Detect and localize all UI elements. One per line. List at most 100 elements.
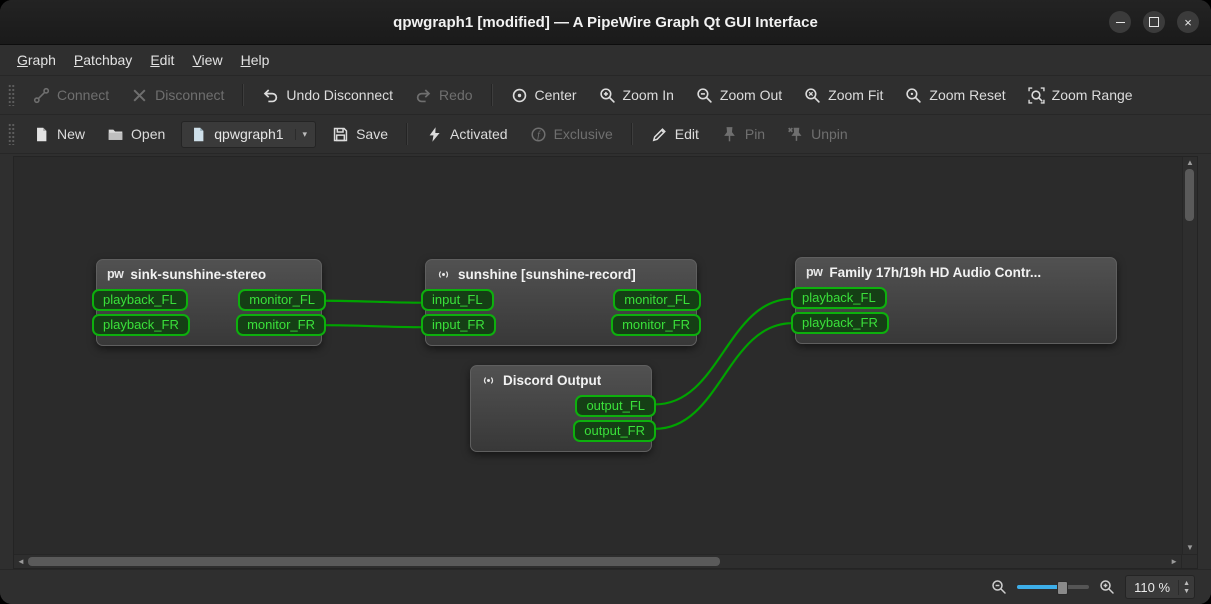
node-family-hd-audio[interactable]: pw Family 17h/19h HD Audio Contr... play… [791,257,1117,344]
toolbar-separator [406,123,408,145]
zoom-out-small-icon[interactable] [991,579,1007,595]
node-header[interactable]: pw sink-sunshine-stereo [97,260,321,287]
toolbar-main: Connect Disconnect Undo Disconnect Redo … [0,76,1211,115]
toolbar-drag-handle[interactable] [8,123,15,145]
zoom-out-icon [696,87,713,104]
edit-label: Edit [674,126,699,142]
zoom-reset-button[interactable]: Zoom Reset [895,82,1015,109]
spin-down-icon[interactable]: ▼ [1183,588,1190,595]
vertical-scrollbar-thumb[interactable] [1185,169,1194,221]
svg-text:f: f [537,129,541,140]
canvas-frame: pw sink-sunshine-stereo playback_FL play… [13,156,1198,569]
vertical-scrollbar[interactable]: ▲ ▼ [1182,157,1197,554]
menu-graph[interactable]: Graph [8,49,65,71]
zoom-slider-handle[interactable] [1056,581,1068,595]
node-title: Discord Output [503,373,602,388]
redo-button[interactable]: Redo [405,82,482,109]
port-output-fl[interactable]: output_FL [575,395,656,417]
toolbar-drag-handle[interactable] [8,84,15,106]
center-label: Center [534,87,577,103]
toolbar-separator [242,84,245,106]
port-monitor-fr[interactable]: monitor_FR [611,314,701,336]
port-input-fl[interactable]: input_FL [421,289,494,311]
node-discord-output[interactable]: Discord Output output_FL output_FR [470,365,656,452]
port-monitor-fl[interactable]: monitor_FL [613,289,701,311]
edit-button[interactable]: Edit [641,121,709,148]
minimize-icon [1115,21,1125,23]
open-button[interactable]: Open [97,121,175,148]
zoom-slider-fill [1017,585,1059,589]
close-button[interactable]: × [1177,11,1199,33]
scroll-up-arrow[interactable]: ▲ [1186,159,1194,167]
zoom-fit-button[interactable]: Zoom Fit [794,82,893,109]
patchbay-combo[interactable]: qpwgraph1 ▾ [181,120,317,148]
connect-button[interactable]: Connect [23,82,119,109]
toolbar-separator [490,84,493,106]
port-monitor-fl[interactable]: monitor_FL [238,289,326,311]
zoom-range-button[interactable]: Zoom Range [1018,82,1143,109]
disconnect-button[interactable]: Disconnect [121,82,234,109]
unpin-icon [787,126,804,143]
maximize-button[interactable] [1143,11,1165,33]
node-title: sink-sunshine-stereo [130,267,267,282]
graph-canvas[interactable]: pw sink-sunshine-stereo playback_FL play… [14,157,1182,554]
node-header[interactable]: Discord Output [471,366,651,393]
node-sink-sunshine-stereo[interactable]: pw sink-sunshine-stereo playback_FL play… [92,259,326,346]
minimize-button[interactable] [1109,11,1131,33]
scroll-left-arrow[interactable]: ◄ [17,557,25,566]
activated-button[interactable]: Activated [416,121,518,148]
scroll-right-arrow[interactable]: ► [1170,557,1178,566]
zoom-range-label: Zoom Range [1051,87,1133,103]
horizontal-scrollbar-thumb[interactable] [28,557,720,566]
menu-view[interactable]: View [183,49,231,71]
zoom-in-button[interactable]: Zoom In [589,82,684,109]
port-playback-fr[interactable]: playback_FR [92,314,190,336]
zoom-in-small-icon[interactable] [1099,579,1115,595]
node-sunshine-record[interactable]: sunshine [sunshine-record] input_FL inpu… [421,259,701,346]
activated-label: Activated [450,126,508,142]
node-header[interactable]: sunshine [sunshine-record] [426,260,696,287]
spin-up-icon[interactable]: ▲ [1183,580,1190,587]
unpin-button[interactable]: Unpin [777,121,858,148]
menu-help-label: Help [240,52,270,68]
zoom-spin-arrows[interactable]: ▲ ▼ [1178,579,1194,595]
scrollbar-corner [1181,554,1197,568]
port-input-fr[interactable]: input_FR [421,314,496,336]
new-label: New [57,126,86,142]
titlebar[interactable]: qpwgraph1 [modified] — A PipeWire Graph … [0,0,1211,45]
new-button[interactable]: New [23,121,95,148]
port-playback-fl[interactable]: playback_FL [92,289,188,311]
port-monitor-fr[interactable]: monitor_FR [236,314,326,336]
connect-label: Connect [57,87,110,103]
horizontal-scrollbar[interactable]: ◄ ► [14,554,1181,568]
exclusive-label: Exclusive [553,126,613,142]
redo-icon [415,87,432,104]
port-playback-fr[interactable]: playback_FR [791,312,889,334]
stream-icon [436,267,451,282]
pin-icon [721,126,738,143]
pin-button[interactable]: Pin [711,121,775,148]
window-title: qpwgraph1 [modified] — A PipeWire Graph … [393,13,818,31]
menu-edit[interactable]: Edit [141,49,183,71]
zoom-out-button[interactable]: Zoom Out [686,82,792,109]
chevron-down-icon: ▾ [294,128,307,140]
window-controls: × [1109,0,1199,44]
menu-patchbay[interactable]: Patchbay [65,49,141,71]
zoom-in-icon [599,87,616,104]
connect-icon [33,87,50,104]
menu-view-label: View [192,52,223,68]
port-playback-fl[interactable]: playback_FL [791,287,887,309]
node-header[interactable]: pw Family 17h/19h HD Audio Contr... [796,258,1116,285]
exclusive-button[interactable]: f Exclusive [520,121,623,148]
stream-icon [481,373,496,388]
zoom-spinbox[interactable]: 110 % ▲ ▼ [1125,575,1195,599]
menu-help[interactable]: Help [232,49,279,71]
zoom-value: 110 % [1134,579,1171,595]
zoom-slider[interactable] [1017,580,1090,595]
undo-disconnect-button[interactable]: Undo Disconnect [252,82,403,109]
center-button[interactable]: Center [501,82,587,109]
save-button[interactable]: Save [322,121,398,148]
scroll-down-arrow[interactable]: ▼ [1186,544,1194,552]
port-output-fr[interactable]: output_FR [573,420,656,442]
menu-graph-label: Graph [17,52,56,68]
